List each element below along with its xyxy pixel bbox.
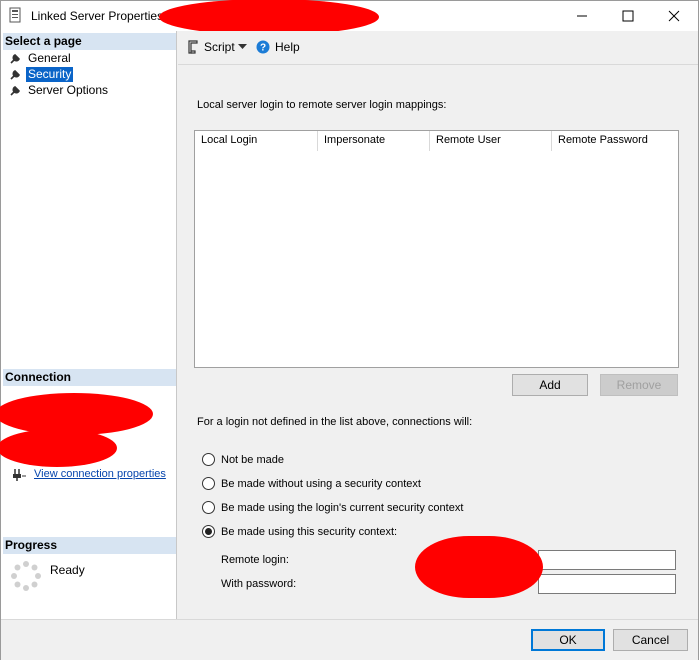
linked-server-properties-dialog: Linked Server Properties Select a page G… xyxy=(0,0,699,660)
radio-button-checked[interactable] xyxy=(202,525,215,538)
option-not-be-made[interactable]: Not be made xyxy=(202,453,284,466)
page-item-security[interactable]: Security xyxy=(9,66,74,82)
add-button[interactable]: Add xyxy=(512,374,588,396)
cancel-button[interactable]: Cancel xyxy=(613,629,688,651)
column-header-local-login[interactable]: Local Login xyxy=(195,131,318,151)
ok-button[interactable]: OK xyxy=(531,629,605,651)
minimize-button[interactable] xyxy=(559,1,605,31)
select-page-header: Select a page xyxy=(3,33,176,50)
remote-login-input[interactable] xyxy=(538,550,676,570)
option-label: Not be made xyxy=(221,453,284,466)
help-button[interactable]: ? Help xyxy=(256,40,300,54)
view-connection-properties-link[interactable]: View connection properties xyxy=(34,468,166,480)
page-item-label: Security xyxy=(26,66,74,82)
login-mappings-grid[interactable]: Local Login Impersonate Remote User Remo… xyxy=(194,130,679,368)
right-pane: Script ? Help Local server login to remo… xyxy=(178,31,698,619)
option-current-security-context[interactable]: Be made using the login's current securi… xyxy=(202,501,463,514)
maximize-icon xyxy=(622,10,634,22)
svg-text:?: ? xyxy=(260,43,266,54)
progress-spinner-icon xyxy=(11,561,41,591)
wrench-icon xyxy=(10,69,20,80)
close-button[interactable] xyxy=(651,1,697,31)
grid-header: Local Login Impersonate Remote User Remo… xyxy=(195,131,678,151)
redaction-mark xyxy=(159,0,379,35)
radio-button[interactable] xyxy=(202,501,215,514)
progress-status: Ready xyxy=(50,563,85,577)
dialog-footer: OK Cancel xyxy=(1,619,698,660)
remote-login-label: Remote login: xyxy=(221,554,289,566)
password-label: With password: xyxy=(221,578,297,590)
script-dropdown-button[interactable] xyxy=(238,44,252,49)
script-icon xyxy=(188,40,198,54)
maximize-button[interactable] xyxy=(605,1,651,31)
connection-prompt: For a login not defined in the list abov… xyxy=(197,416,473,428)
page-item-label: Server Options xyxy=(28,82,109,97)
mappings-label: Local server login to remote server logi… xyxy=(197,99,447,111)
page-item-general[interactable]: General xyxy=(9,50,73,66)
toolbar: Script ? Help xyxy=(178,31,698,65)
script-label: Script xyxy=(204,40,235,54)
redaction-mark xyxy=(415,536,543,598)
radio-button[interactable] xyxy=(202,453,215,466)
script-button[interactable]: Script xyxy=(186,40,235,54)
connection-header: Connection xyxy=(3,369,176,386)
left-pane: Select a page General Security Server Op… xyxy=(0,31,177,619)
remove-button[interactable]: Remove xyxy=(600,374,678,396)
minimize-icon xyxy=(577,15,587,17)
password-input[interactable] xyxy=(538,574,676,594)
redaction-mark xyxy=(0,429,117,467)
chevron-down-icon xyxy=(238,44,247,49)
option-label: Be made using this security context: xyxy=(221,525,398,538)
page-item-server-options[interactable]: Server Options xyxy=(9,82,110,98)
window-title: Linked Server Properties xyxy=(31,9,164,23)
radio-button[interactable] xyxy=(202,477,215,490)
column-header-impersonate[interactable]: Impersonate xyxy=(318,131,430,151)
option-label: Be made without using a security context xyxy=(221,477,421,490)
option-without-security-context[interactable]: Be made without using a security context xyxy=(202,477,421,490)
progress-header: Progress xyxy=(3,537,176,554)
connection-icon xyxy=(13,469,26,481)
column-header-remote-user[interactable]: Remote User xyxy=(430,131,552,151)
wrench-icon xyxy=(10,85,20,96)
server-icon xyxy=(9,7,21,23)
page-item-label: General xyxy=(28,50,71,65)
option-this-security-context[interactable]: Be made using this security context: xyxy=(202,525,397,538)
wrench-icon xyxy=(10,53,20,64)
redaction-mark xyxy=(0,393,153,435)
help-icon: ? xyxy=(256,40,270,54)
help-label: Help xyxy=(275,40,300,54)
column-header-remote-password[interactable]: Remote Password xyxy=(552,131,678,151)
close-icon xyxy=(668,10,680,22)
title-bar: Linked Server Properties xyxy=(1,0,698,35)
option-label: Be made using the login's current securi… xyxy=(221,501,464,514)
